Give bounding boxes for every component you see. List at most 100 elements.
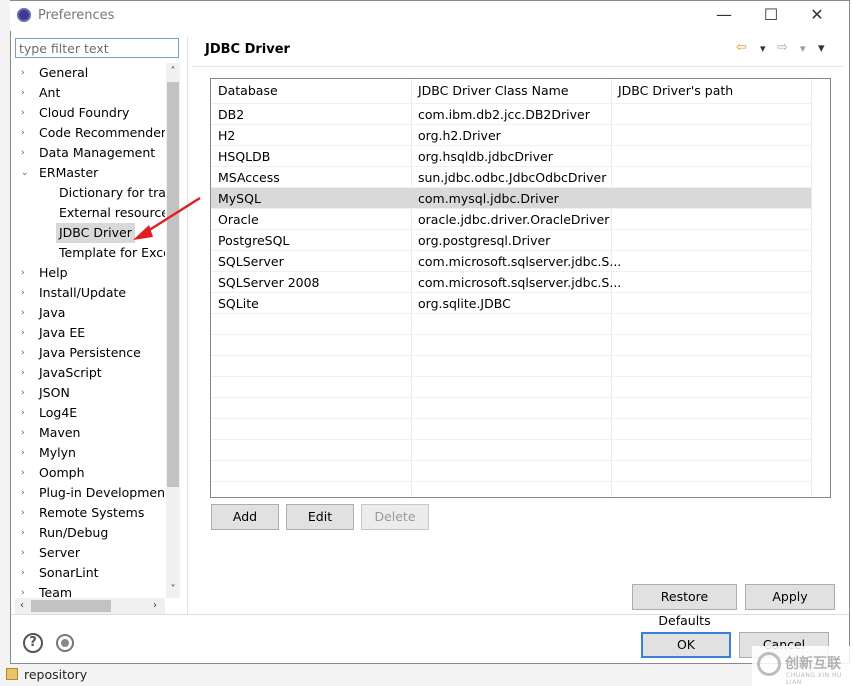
column-header-class-name[interactable]: JDBC Driver Class Name — [418, 80, 569, 102]
expand-chevron-icon[interactable]: › — [21, 583, 31, 598]
expand-chevron-icon[interactable]: › — [21, 383, 31, 403]
add-button[interactable]: Add — [211, 504, 279, 530]
expand-chevron-icon[interactable]: › — [21, 103, 31, 123]
import-export-preferences-icon[interactable] — [56, 634, 74, 652]
scroll-left-arrow-icon[interactable]: ‹ — [15, 598, 29, 614]
expand-chevron-icon[interactable]: › — [21, 563, 31, 583]
tree-item-general[interactable]: › General — [15, 63, 165, 83]
expand-chevron-icon[interactable]: › — [21, 143, 31, 163]
expand-chevron-icon[interactable]: › — [21, 263, 31, 283]
tree-item-team[interactable]: › Team — [15, 583, 165, 598]
tree-item-mylyn[interactable]: › Mylyn — [15, 443, 165, 463]
scroll-up-arrow-icon[interactable]: ˄ — [166, 64, 180, 80]
tree-item-label: Java — [39, 305, 66, 320]
table-row[interactable]: H2 org.h2.Driver — [211, 125, 811, 146]
forward-history-menu-icon[interactable]: ▾ — [800, 42, 806, 55]
tree-item-ant[interactable]: › Ant — [15, 83, 165, 103]
tree-item-data-management[interactable]: › Data Management — [15, 143, 165, 163]
expand-chevron-icon[interactable]: › — [21, 283, 31, 303]
tree-item-server[interactable]: › Server — [15, 543, 165, 563]
tree-item-label: Data Management — [39, 145, 156, 160]
view-menu-icon[interactable]: ▾ — [818, 41, 825, 56]
back-history-menu-icon[interactable]: ▾ — [760, 42, 766, 55]
maximize-button[interactable]: ☐ — [749, 3, 793, 27]
row-divider — [211, 124, 811, 125]
table-row[interactable]: DB2 com.ibm.db2.jcc.DB2Driver — [211, 104, 811, 125]
row-divider — [211, 145, 811, 146]
expand-chevron-icon[interactable]: › — [21, 363, 31, 383]
forward-arrow-icon[interactable]: ⇨ — [777, 40, 788, 55]
tree-item-javascript[interactable]: › JavaScript — [15, 363, 165, 383]
tree-item-remote-systems[interactable]: › Remote Systems — [15, 503, 165, 523]
expand-chevron-icon[interactable]: › — [21, 123, 31, 143]
collapse-chevron-icon[interactable]: ⌄ — [21, 163, 31, 183]
expand-chevron-icon[interactable]: › — [21, 483, 31, 503]
table-row[interactable]: SQLite org.sqlite.JDBC — [211, 293, 811, 314]
restore-defaults-button[interactable]: Restore Defaults — [632, 584, 737, 628]
expand-chevron-icon[interactable]: › — [21, 423, 31, 443]
column-header-driver-path[interactable]: JDBC Driver's path — [618, 80, 733, 102]
tree-vertical-scroll-thumb[interactable] — [167, 82, 179, 487]
table-row[interactable]: PostgreSQL org.postgresql.Driver — [211, 230, 811, 251]
expand-chevron-icon[interactable]: › — [21, 83, 31, 103]
expand-chevron-icon[interactable]: › — [21, 503, 31, 523]
tree-item-log4e[interactable]: › Log4E — [15, 403, 165, 423]
tree-item-java[interactable]: › Java — [15, 303, 165, 323]
ok-button[interactable]: OK — [641, 632, 731, 658]
filter-input[interactable] — [15, 38, 179, 58]
table-row[interactable]: MySQL com.mysql.jdbc.Driver — [211, 188, 811, 209]
table-cell-class: com.ibm.db2.jcc.DB2Driver — [418, 107, 590, 122]
header-separator — [192, 66, 844, 67]
column-header-database[interactable]: Database — [218, 80, 278, 102]
tree-item-help[interactable]: › Help — [15, 263, 165, 283]
table-row[interactable]: SQLServer 2008 com.microsoft.sqlserver.jd… — [211, 272, 811, 293]
background-app-edge — [0, 0, 10, 686]
page-title: JDBC Driver — [205, 42, 290, 57]
expand-chevron-icon[interactable]: › — [21, 523, 31, 543]
tree-item-label: Maven — [39, 425, 81, 440]
table-cell-class: org.sqlite.JDBC — [418, 296, 511, 311]
apply-button[interactable]: Apply — [745, 584, 835, 610]
tree-item-install-update[interactable]: › Install/Update — [15, 283, 165, 303]
table-row[interactable]: Oracle oracle.jdbc.driver.OracleDriver — [211, 209, 811, 230]
tree-horizontal-scroll-thumb[interactable] — [31, 600, 111, 612]
close-button[interactable]: ✕ — [795, 3, 839, 27]
scroll-down-arrow-icon[interactable]: ˅ — [166, 582, 180, 598]
tree-item-label: Log4E — [39, 405, 78, 420]
tree-item-java-persistence[interactable]: › Java Persistence — [15, 343, 165, 363]
expand-chevron-icon[interactable]: › — [21, 303, 31, 323]
row-divider — [211, 355, 811, 356]
back-arrow-icon[interactable]: ⇦ — [736, 40, 747, 55]
tree-item-java-ee[interactable]: › Java EE — [15, 323, 165, 343]
expand-chevron-icon[interactable]: › — [21, 323, 31, 343]
table-row[interactable]: SQLServer com.microsoft.sqlserver.jdbc.S.… — [211, 251, 811, 272]
expand-chevron-icon[interactable]: › — [21, 63, 31, 83]
tree-item-plug-in-development[interactable]: › Plug-in Development — [15, 483, 165, 503]
tree-item-oomph[interactable]: › Oomph — [15, 463, 165, 483]
edit-button[interactable]: Edit — [286, 504, 354, 530]
panel-divider[interactable] — [187, 36, 188, 614]
tree-item-run-debug[interactable]: › Run/Debug — [15, 523, 165, 543]
tree-item-json[interactable]: › JSON — [15, 383, 165, 403]
table-row[interactable]: HSQLDB org.hsqldb.jdbcDriver — [211, 146, 811, 167]
tree-item-cloud-foundry[interactable]: › Cloud Foundry — [15, 103, 165, 123]
expand-chevron-icon[interactable]: › — [21, 463, 31, 483]
watermark-text: 创新互联 — [785, 656, 841, 672]
delete-button[interactable]: Delete — [361, 504, 429, 530]
watermark-logo-icon — [757, 652, 781, 676]
tree-item-label: Remote Systems — [39, 505, 145, 520]
tree-item-sonarlint[interactable]: › SonarLint — [15, 563, 165, 583]
expand-chevron-icon[interactable]: › — [21, 343, 31, 363]
table-row[interactable]: MSAccess sun.jdbc.odbc.JdbcOdbcDriver — [211, 167, 811, 188]
expand-chevron-icon[interactable]: › — [21, 403, 31, 423]
table-cell-database: MSAccess — [218, 170, 280, 185]
table-cell-database: SQLServer 2008 — [218, 275, 320, 290]
expand-chevron-icon[interactable]: › — [21, 543, 31, 563]
scroll-right-arrow-icon[interactable]: › — [148, 598, 162, 614]
tree-item-maven[interactable]: › Maven — [15, 423, 165, 443]
help-icon[interactable]: ? — [23, 633, 43, 653]
expand-chevron-icon[interactable]: › — [21, 443, 31, 463]
tree-item-code-recommenders[interactable]: › Code Recommenders — [15, 123, 165, 143]
tree-item-ermaster[interactable]: ⌄ ERMaster — [15, 163, 165, 183]
minimize-button[interactable]: — — [702, 3, 746, 27]
